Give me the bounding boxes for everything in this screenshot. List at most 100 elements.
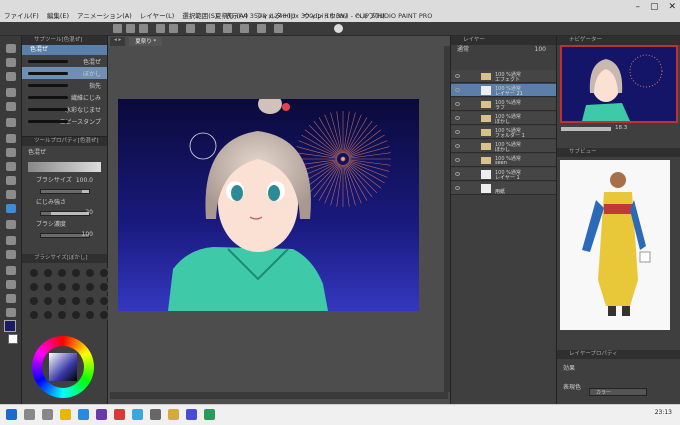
layer-row[interactable]: 100 %通常 エフェクト: [451, 70, 557, 83]
navigator-thumbnail[interactable]: [560, 45, 678, 123]
selection-tool-icon[interactable]: [6, 88, 16, 97]
layer-row[interactable]: 100 %通常 ぼかし: [451, 140, 557, 153]
app-icon-4[interactable]: [168, 409, 179, 420]
layer-row[interactable]: 100 %通常 レイヤー 1: [451, 168, 557, 181]
help-icon[interactable]: [334, 24, 343, 33]
clock[interactable]: 23:13: [655, 409, 672, 416]
opacity-value[interactable]: 100: [535, 45, 546, 55]
layer-row[interactable]: 100 %通常 ぼかし: [451, 112, 557, 125]
minimize-icon[interactable]: –: [635, 2, 640, 12]
main-color-swatch[interactable]: [4, 320, 16, 332]
brush-size-preset[interactable]: [42, 281, 54, 293]
zoom-tool-icon[interactable]: [6, 44, 16, 53]
nav-zoom-value[interactable]: 18.3: [615, 125, 627, 131]
brush-size-preset[interactable]: [56, 281, 68, 293]
brush-size-preset[interactable]: [28, 267, 40, 279]
pen-tool-icon[interactable]: [6, 134, 16, 143]
brush-size-preset[interactable]: [84, 281, 96, 293]
layer-row[interactable]: 100 %通常 seen: [451, 154, 557, 167]
menu-animation[interactable]: アニメーション(A): [73, 10, 136, 20]
visibility-eye-icon[interactable]: [455, 102, 460, 106]
eyedropper-tool-icon[interactable]: [6, 118, 16, 127]
brush-item[interactable]: 水彩なじませ: [22, 103, 107, 115]
undo-icon[interactable]: [156, 24, 165, 33]
brush-size-preset[interactable]: [56, 295, 68, 307]
brush-size-preset[interactable]: [28, 295, 40, 307]
maximize-icon[interactable]: ▢: [650, 2, 659, 12]
canvas-tab-prev[interactable]: ◂ ▸: [110, 37, 126, 46]
brush-size-preset[interactable]: [56, 267, 68, 279]
brush-item[interactable]: ぼかし: [22, 67, 107, 79]
search-icon[interactable]: [24, 409, 35, 420]
brush-item[interactable]: 指先: [22, 79, 107, 91]
layer-row[interactable]: 100 %通常 レイヤー 21: [451, 84, 557, 97]
subtool-group-tab[interactable]: 色混ぜ: [22, 45, 107, 55]
visibility-eye-icon[interactable]: [455, 144, 460, 148]
layer-row[interactable]: 100 %通常 フォルダー 1: [451, 126, 557, 139]
clear-icon[interactable]: [186, 24, 195, 33]
visibility-eye-icon[interactable]: [455, 158, 460, 162]
brush-size-preset[interactable]: [84, 309, 96, 321]
snap-grid-icon[interactable]: [257, 24, 266, 33]
brush-item[interactable]: コピースタンプ: [22, 115, 107, 127]
visibility-eye-icon[interactable]: [455, 172, 460, 176]
brush-item[interactable]: 繊維にじみ: [22, 91, 107, 103]
move-tool-icon[interactable]: [6, 72, 16, 81]
horizontal-scrollbar[interactable]: [110, 392, 448, 399]
brush-size-preset[interactable]: [70, 295, 82, 307]
menu-layer[interactable]: レイヤー(L): [136, 10, 179, 20]
bleed-slider[interactable]: [40, 211, 90, 216]
brush-tool-icon[interactable]: [6, 162, 16, 171]
text-tool-icon[interactable]: [6, 280, 16, 289]
operation-tool-icon[interactable]: [6, 58, 16, 67]
color-swatches[interactable]: [2, 318, 20, 348]
snap-ruler-icon[interactable]: [240, 24, 249, 33]
auto-select-tool-icon[interactable]: [6, 102, 16, 111]
nav-zoom-slider[interactable]: [561, 127, 611, 131]
app-icon-2[interactable]: [114, 409, 125, 420]
airbrush-tool-icon[interactable]: [6, 176, 16, 185]
save-icon[interactable]: [139, 24, 148, 33]
brush-size-preset[interactable]: [42, 267, 54, 279]
new-file-icon[interactable]: [113, 24, 122, 33]
reference-image[interactable]: [560, 160, 670, 330]
frame-tool-icon[interactable]: [6, 266, 16, 275]
menu-file[interactable]: ファイル(F): [0, 10, 43, 20]
redo-icon[interactable]: [169, 24, 178, 33]
taskview-icon[interactable]: [42, 409, 53, 420]
figure-tool-icon[interactable]: [6, 250, 16, 259]
brush-size-preset[interactable]: [42, 295, 54, 307]
brush-size-preset[interactable]: [56, 309, 68, 321]
visibility-eye-icon[interactable]: [455, 74, 460, 78]
snap-special-icon[interactable]: [274, 24, 283, 33]
edge-icon[interactable]: [78, 409, 89, 420]
brush-size-preset[interactable]: [70, 267, 82, 279]
explorer-icon[interactable]: [60, 409, 71, 420]
correct-line-tool-icon[interactable]: [6, 308, 16, 317]
open-icon[interactable]: [126, 24, 135, 33]
brush-size-preset[interactable]: [70, 309, 82, 321]
blend-tool-icon[interactable]: [6, 204, 16, 213]
density-value[interactable]: 100: [82, 228, 93, 242]
expression-color-select[interactable]: カラー: [589, 388, 647, 396]
deselect-icon[interactable]: [223, 24, 232, 33]
fill-tool-icon[interactable]: [6, 220, 16, 229]
eraser-tool-icon[interactable]: [6, 190, 16, 199]
brush-item[interactable]: 色混ぜ: [22, 55, 107, 67]
brush-size-value[interactable]: 100.0: [76, 174, 93, 188]
brush-size-preset[interactable]: [84, 295, 96, 307]
brush-size-preset[interactable]: [84, 267, 96, 279]
visibility-eye-icon[interactable]: [455, 186, 460, 190]
brush-size-preset[interactable]: [70, 281, 82, 293]
visibility-eye-icon[interactable]: [455, 116, 460, 120]
transform-icon[interactable]: [206, 24, 215, 33]
clip-studio-icon[interactable]: [150, 409, 161, 420]
close-icon[interactable]: ✕: [668, 2, 676, 12]
layer-row[interactable]: 100 %通常 ラフ: [451, 98, 557, 111]
saturation-value-square[interactable]: [49, 353, 77, 381]
gradient-tool-icon[interactable]: [6, 236, 16, 245]
artwork-canvas[interactable]: [118, 99, 419, 311]
brush-size-preset[interactable]: [28, 309, 40, 321]
app-icon-1[interactable]: [96, 409, 107, 420]
canvas-tab[interactable]: 夏祭り *: [129, 37, 163, 46]
